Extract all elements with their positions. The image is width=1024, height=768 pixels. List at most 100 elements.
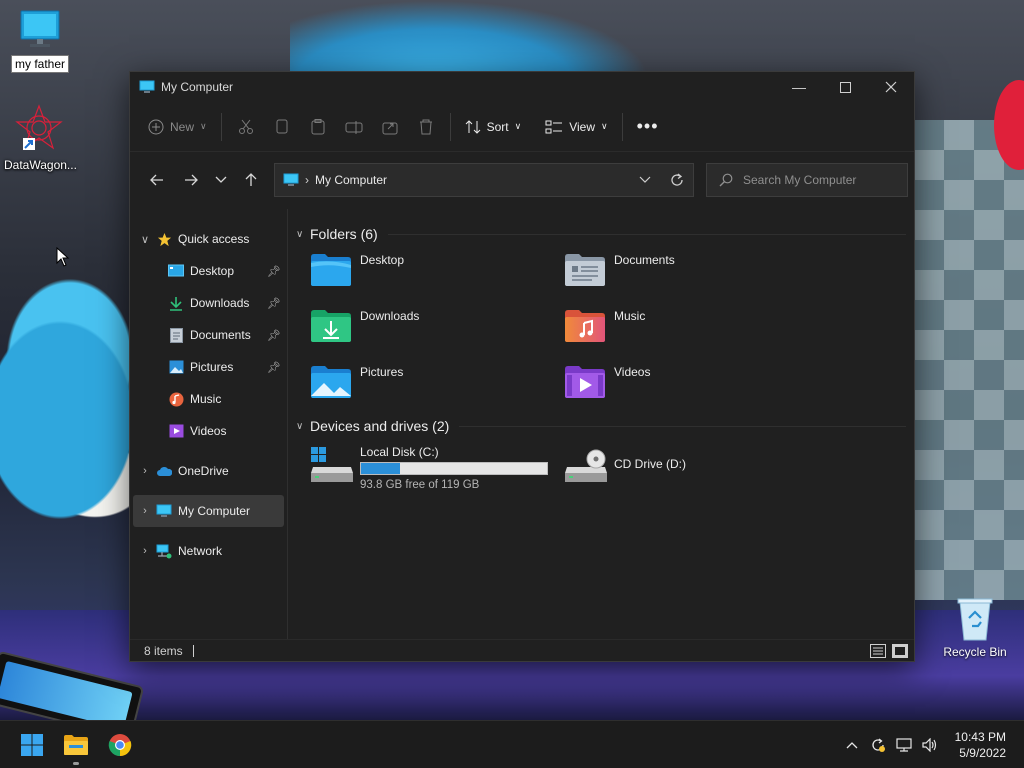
group-divider: [459, 425, 906, 427]
folder-tile-pictures[interactable]: Pictures: [310, 359, 564, 409]
close-button[interactable]: [868, 72, 914, 102]
network-status-button[interactable]: [891, 721, 917, 768]
minimize-button[interactable]: ―: [776, 72, 822, 102]
desktop-icon: [168, 263, 184, 279]
chevron-right-icon: ›: [143, 465, 147, 477]
music-icon: [168, 391, 184, 407]
pin-icon: 📌︎: [267, 265, 281, 278]
desktop-folder-icon: [311, 254, 351, 286]
clipboard-icon: [311, 118, 325, 134]
up-button[interactable]: [234, 164, 268, 196]
copy-button[interactable]: [267, 111, 297, 143]
ellipsis-icon: •••: [636, 116, 659, 136]
details-view-button[interactable]: [870, 643, 886, 658]
sidebar-item-desktop[interactable]: Desktop 📌︎: [130, 255, 287, 287]
sync-status-button[interactable]: [865, 721, 891, 768]
chevron-down-icon: ∨: [601, 121, 608, 131]
more-options-button[interactable]: •••: [629, 111, 667, 143]
folder-tile-videos[interactable]: Videos: [564, 359, 818, 409]
recycle-bin-icon: [957, 598, 993, 641]
show-hidden-icons-button[interactable]: [839, 721, 865, 768]
sidebar-item-onedrive[interactable]: › OneDrive: [130, 455, 287, 487]
chevron-down-icon: [639, 176, 651, 183]
view-label: View: [569, 119, 596, 134]
maximize-button[interactable]: [822, 72, 868, 102]
status-bar: 8 items: [130, 639, 914, 661]
sidebar-item-downloads[interactable]: Downloads 📌︎: [130, 287, 287, 319]
folder-name: Videos: [614, 365, 651, 379]
desktop-icon-datawagon[interactable]: DataWagon...: [1, 104, 77, 173]
sidebar-label: Music: [190, 392, 222, 406]
explorer-body: ∨ Quick access Desktop 📌︎ Downloads 📌︎ D…: [130, 209, 914, 639]
sort-icon: [465, 119, 480, 134]
drive-name: Local Disk (C:): [360, 445, 439, 459]
search-input[interactable]: [743, 173, 893, 187]
address-bar[interactable]: › My Computer: [274, 163, 694, 197]
paste-button[interactable]: [303, 111, 333, 143]
sidebar-item-network[interactable]: › Network: [130, 535, 287, 567]
cloud-icon: [156, 463, 172, 479]
desktop-icon-label: DataWagon...: [4, 158, 77, 172]
breadcrumb-my-computer[interactable]: My Computer: [315, 173, 387, 187]
drive-free-space: 93.8 GB free of 119 GB: [360, 479, 480, 491]
address-dropdown-button[interactable]: [629, 164, 661, 196]
taskbar-file-explorer[interactable]: [54, 723, 98, 767]
volume-button[interactable]: [917, 721, 943, 768]
folder-tile-downloads[interactable]: Downloads: [310, 303, 564, 353]
video-icon: [168, 423, 184, 439]
new-button[interactable]: New ∨: [140, 111, 215, 143]
search-box[interactable]: [706, 163, 908, 197]
share-button[interactable]: [375, 111, 405, 143]
cut-button[interactable]: [231, 111, 261, 143]
taskbar-chrome[interactable]: [98, 723, 142, 767]
desktop-icon-recycle-bin[interactable]: Recycle Bin: [940, 596, 1010, 659]
music-folder-icon: [565, 310, 605, 342]
sidebar-label: Pictures: [190, 360, 234, 374]
sidebar-item-videos[interactable]: Videos: [130, 415, 287, 447]
sidebar-item-pictures[interactable]: Pictures 📌︎: [130, 351, 287, 383]
view-button[interactable]: View ∨: [537, 111, 615, 143]
folder-tile-documents[interactable]: Documents: [564, 247, 818, 297]
sidebar-label: Desktop: [190, 264, 235, 278]
tiles-view-button[interactable]: [892, 643, 908, 658]
sidebar-item-quick-access[interactable]: ∨ Quick access: [130, 223, 287, 255]
monitor-icon: [20, 10, 60, 47]
group-title: Devices and drives (2): [310, 418, 450, 434]
folders-group-header[interactable]: ∨ Folders (6): [296, 223, 914, 245]
sidebar-label: Quick access: [178, 232, 250, 246]
desktop-icon-my-father[interactable]: my father: [2, 8, 78, 73]
chevron-down-icon: ∨: [140, 233, 150, 246]
item-count: 8 items: [144, 643, 183, 658]
documents-folder-icon: [565, 254, 605, 286]
back-button[interactable]: [140, 164, 174, 196]
start-button[interactable]: [10, 723, 54, 767]
sidebar-label: Downloads: [190, 296, 250, 310]
folder-tile-desktop[interactable]: Desktop: [310, 247, 564, 297]
arrow-up-icon: [245, 173, 257, 186]
clock-date: 5/9/2022: [959, 745, 1006, 760]
tiles-view-icon: [895, 646, 905, 655]
rename-button[interactable]: [339, 111, 369, 143]
sidebar-item-documents[interactable]: Documents 📌︎: [130, 319, 287, 351]
sidebar-item-music[interactable]: Music: [130, 383, 287, 415]
videos-folder-icon: [565, 366, 605, 398]
drives-group-header[interactable]: ∨ Devices and drives (2): [296, 415, 914, 437]
drive-tile-d[interactable]: CD Drive (D:): [564, 443, 818, 499]
refresh-button[interactable]: [661, 164, 693, 196]
drive-tile-c[interactable]: Local Disk (C:) 93.8 GB free of 119 GB: [310, 443, 564, 499]
recent-locations-button[interactable]: [208, 164, 234, 196]
close-icon: [885, 81, 897, 93]
title-bar[interactable]: My Computer ―: [130, 72, 914, 102]
new-label: New: [170, 119, 195, 134]
sidebar-item-my-computer[interactable]: › My Computer: [133, 495, 284, 527]
delete-button[interactable]: [411, 111, 441, 143]
maximize-icon: [839, 81, 851, 93]
clock[interactable]: 10:43 PM 5/9/2022: [943, 729, 1024, 761]
computer-icon: [156, 503, 172, 519]
forward-button[interactable]: [174, 164, 208, 196]
folder-tile-music[interactable]: Music: [564, 303, 818, 353]
sort-button[interactable]: Sort ∨: [457, 111, 530, 143]
wallpaper-checker-wall: [914, 120, 1024, 600]
sidebar-label: Documents: [190, 328, 251, 342]
